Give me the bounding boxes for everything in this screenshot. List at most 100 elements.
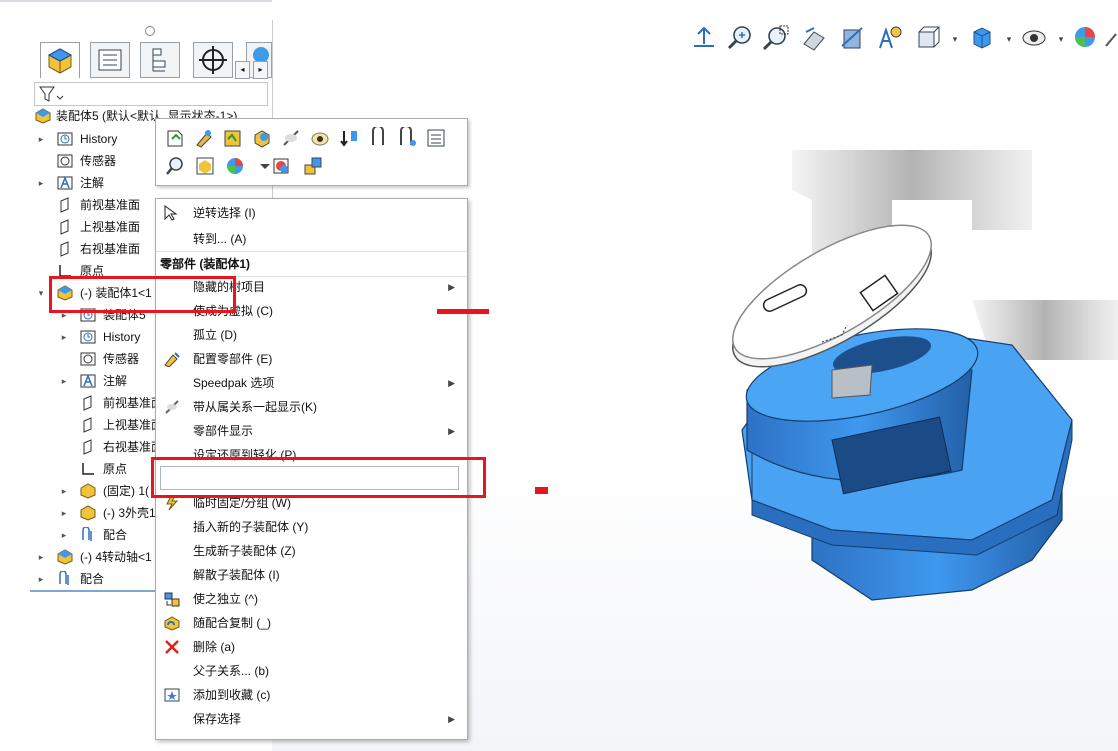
hide-component-icon[interactable] (251, 127, 273, 149)
menu-item[interactable]: 使之独立 (^) (156, 587, 467, 611)
menu-section-header: 零部件 (装配体1) (156, 251, 467, 277)
menu-item[interactable]: 插入新的子装配体 (Y) (156, 515, 467, 539)
menu-item[interactable]: Speedpak 选项 ▶ (156, 371, 467, 395)
tree-item-label: 配合 (103, 528, 128, 542)
menu-item[interactable]: 零部件显示 ▶ (156, 419, 467, 443)
suppress-icon[interactable] (280, 127, 302, 149)
menu-item-label: 保存选择 (193, 712, 242, 726)
menu-item[interactable]: 删除 (a) (156, 635, 467, 659)
expand-arrow-icon[interactable]: ▸ (36, 552, 46, 562)
edit-component-icon[interactable] (193, 127, 215, 149)
previous-view-icon[interactable] (800, 24, 828, 52)
expand-arrow-icon[interactable]: ▸ (59, 530, 69, 540)
tree-filter-box[interactable] (34, 82, 268, 106)
expand-arrow-icon[interactable]: ▸ (59, 376, 69, 386)
menu-item[interactable]: 带从属关系一起显示(K) (156, 395, 467, 419)
submenu-arrow-icon: ▶ (448, 714, 455, 724)
appearance-icon[interactable] (224, 155, 246, 177)
make-independent-icon (164, 592, 180, 607)
filter-icon[interactable] (38, 85, 64, 103)
part-icon (80, 505, 96, 521)
menu-item-label: 带从属关系一起显示(K) (193, 400, 317, 414)
rebuild-icon[interactable] (338, 127, 360, 149)
tree-item-label: (固定) 1( (103, 484, 149, 498)
plane-icon (60, 219, 69, 235)
origin-icon (82, 463, 94, 475)
menu-item[interactable]: 配置零部件 (E) (156, 347, 467, 371)
menu-item[interactable]: 随配合复制 (_) (156, 611, 467, 635)
assembly-icon (57, 549, 73, 565)
expand-arrow-icon[interactable]: ▸ (59, 508, 69, 518)
edit-assembly-icon[interactable] (222, 127, 244, 149)
tree-item-label: 上视基准面 (80, 220, 141, 234)
zoom-to-fit-icon[interactable] (726, 24, 754, 52)
expand-arrow-icon[interactable]: ▸ (36, 574, 46, 584)
properties-icon[interactable] (425, 127, 447, 149)
replace-component-icon[interactable] (302, 155, 324, 177)
tab-configuration-manager[interactable] (140, 42, 180, 78)
menu-item[interactable]: 解散子装配体 (I) (156, 563, 467, 587)
tree-item-label: (-) 3外壳1 (103, 506, 156, 520)
menu-item[interactable]: 孤立 (D) (156, 323, 467, 347)
view-orientation-icon[interactable] (690, 24, 718, 52)
red-mark (437, 309, 489, 314)
display-style-icon[interactable] (968, 24, 996, 52)
component-properties-icon[interactable] (194, 155, 216, 177)
smart-mate-icon[interactable] (396, 127, 418, 149)
expand-arrow-icon[interactable]: ▸ (59, 486, 69, 496)
tab-feature-manager[interactable] (40, 42, 80, 78)
tab-scroll-right-button[interactable]: ▸ (253, 61, 268, 79)
dropdown-arrow-icon[interactable]: ▾ (950, 34, 960, 44)
red-mark (535, 487, 548, 494)
expand-arrow-icon[interactable]: ▸ (36, 178, 46, 188)
menu-item-invert-selection[interactable]: 逆转选择 (I) (156, 201, 467, 225)
menu-item[interactable]: 生成新子装配体 (Z) (156, 539, 467, 563)
tab-dimxpert-manager[interactable] (193, 42, 233, 78)
display-pane-icon[interactable] (270, 155, 292, 177)
plane-icon (60, 241, 69, 257)
hide-show-items-icon[interactable] (1020, 24, 1048, 52)
zoom-to-selection-icon[interactable] (164, 155, 186, 177)
tree-item-label: History (103, 330, 141, 344)
history-icon (57, 132, 73, 146)
view-orientation-cube-icon[interactable] (914, 24, 942, 52)
dropdown-arrow-icon[interactable]: ▾ (1056, 34, 1066, 44)
mate-icon (82, 527, 92, 541)
expand-arrow-icon[interactable]: ▸ (59, 332, 69, 342)
tab-property-manager[interactable] (90, 42, 130, 78)
context-toolbar (155, 118, 468, 186)
zoom-to-area-icon[interactable] (762, 24, 790, 52)
menu-item-label: 孤立 (D) (193, 328, 237, 342)
annotation-icon (57, 175, 73, 190)
favorite-icon (164, 688, 180, 702)
collapse-arrow-icon[interactable]: ▾ (36, 288, 46, 298)
expand-arrow-icon[interactable]: ▸ (36, 134, 46, 144)
plane-icon (83, 417, 92, 433)
mate-icon (59, 571, 69, 585)
dropdown-arrow-icon[interactable]: ▾ (1004, 34, 1014, 44)
menu-item-label: 解散子装配体 (I) (193, 568, 280, 582)
tree-item-label: 注解 (103, 374, 128, 388)
dynamic-annotation-icon[interactable] (876, 24, 904, 52)
menu-item-label: 配置零部件 (E) (193, 352, 273, 366)
apply-scene-icon[interactable] (1104, 24, 1118, 52)
menu-item-label: 使之独立 (^) (193, 592, 258, 606)
edit-appearance-icon[interactable] (1072, 24, 1100, 52)
menu-item-label: Speedpak 选项 (193, 376, 275, 390)
menu-item[interactable]: 父子关系... (b) (156, 659, 467, 683)
transparency-icon[interactable] (309, 127, 331, 149)
tab-scroll-left-button[interactable]: ◂ (235, 61, 250, 79)
tree-item-label: (-) 4转动轴<1 (80, 550, 152, 564)
menu-item-goto[interactable]: 转到... (A) (156, 227, 467, 251)
section-view-icon[interactable] (838, 24, 866, 52)
tree-item-label: 原点 (103, 462, 128, 476)
menu-item[interactable]: 保存选择 ▶ (156, 707, 467, 731)
open-part-icon[interactable] (164, 127, 186, 149)
mate-icon[interactable] (367, 127, 389, 149)
menu-item[interactable]: 添加到收藏 (c) (156, 683, 467, 707)
panel-grip-icon[interactable] (145, 26, 155, 36)
